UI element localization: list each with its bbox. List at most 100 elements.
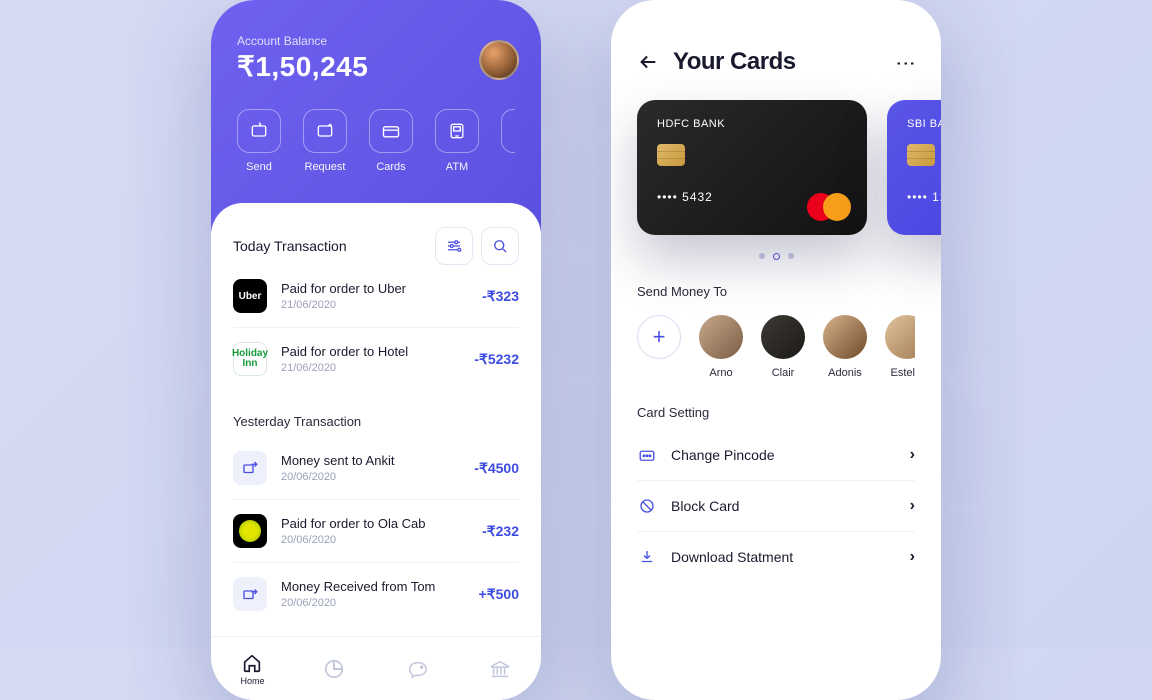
send-money-section: Send Money To + Arno Clair Adonis Este <box>611 284 941 379</box>
piggy-bank-icon <box>404 658 430 680</box>
yesterday-section-title: Yesterday Transaction <box>233 414 519 429</box>
balance-value: ₹1,50,245 <box>237 50 515 83</box>
carousel-dot-active[interactable] <box>773 253 780 260</box>
transaction-title: Money sent to Ankit <box>281 453 460 468</box>
transaction-amount: -₹323 <box>482 288 519 305</box>
card-chip-icon <box>657 144 685 166</box>
setting-change-pincode[interactable]: Change Pincode › <box>637 430 915 481</box>
contact-item[interactable]: Clair <box>761 315 805 379</box>
chevron-right-icon: › <box>910 548 915 566</box>
nav-label: Home <box>240 676 264 686</box>
transaction-row[interactable]: Money sent to Ankit 20/06/2020 -₹4500 <box>233 437 519 500</box>
more-options-button[interactable]: ⋮ <box>894 53 919 71</box>
contact-name: Estella <box>890 367 915 379</box>
setting-block-card[interactable]: Block Card › <box>637 481 915 532</box>
contact-item[interactable]: Adonis <box>823 315 867 379</box>
balance-label: Account Balance <box>237 34 515 48</box>
quick-action-label: ATM <box>446 161 468 173</box>
carousel-dot[interactable] <box>759 253 765 259</box>
cards-icon <box>369 109 413 153</box>
back-button[interactable] <box>637 51 659 73</box>
block-icon <box>637 497 657 515</box>
quick-action-request[interactable]: Request <box>303 109 347 173</box>
transaction-amount: -₹4500 <box>474 460 519 477</box>
carousel-dots <box>611 253 941 260</box>
card-number: •••• 1245 <box>907 190 941 204</box>
credit-card-secondary[interactable]: SBI BANK •••• 1245 <box>887 100 941 235</box>
merchant-logo-uber: Uber <box>233 279 267 313</box>
quick-action-atm[interactable]: ATM <box>435 109 479 173</box>
card-settings-label: Card Setting <box>637 405 915 420</box>
contacts-row: + Arno Clair Adonis Estella <box>637 315 915 379</box>
contact-name: Clair <box>772 367 795 379</box>
search-button[interactable] <box>481 227 519 265</box>
contact-avatar <box>823 315 867 359</box>
nav-savings[interactable] <box>404 658 430 680</box>
transaction-amount: -₹5232 <box>474 351 519 368</box>
transaction-amount: -₹232 <box>482 523 519 540</box>
today-transactions: Uber Paid for order to Uber 21/06/2020 -… <box>233 265 519 390</box>
atm-icon <box>435 109 479 153</box>
search-icon <box>491 237 509 255</box>
today-section-title: Today Transaction <box>233 238 347 254</box>
money-sent-icon <box>233 451 267 485</box>
quick-action-label: Request <box>305 161 346 173</box>
chevron-right-icon: › <box>910 497 915 515</box>
yesterday-transactions: Money sent to Ankit 20/06/2020 -₹4500 Pa… <box>233 437 519 625</box>
transaction-date: 20/06/2020 <box>281 471 460 483</box>
contact-avatar <box>699 315 743 359</box>
contact-item[interactable]: Arno <box>699 315 743 379</box>
merchant-logo-ola <box>233 514 267 548</box>
pincode-icon <box>637 446 657 464</box>
quick-action-send[interactable]: Send <box>237 109 281 173</box>
quick-action-label: Send <box>246 161 272 173</box>
quick-actions-row: Send Request Cards <box>237 109 515 173</box>
carousel-dot[interactable] <box>788 253 794 259</box>
card-chip-icon <box>907 144 935 166</box>
bottom-nav: Home <box>211 636 541 700</box>
transaction-title: Paid for order to Ola Cab <box>281 516 468 531</box>
send-money-icon <box>237 109 281 153</box>
nav-home[interactable]: Home <box>240 652 264 686</box>
merchant-logo-hotel: Holiday Inn <box>233 342 267 376</box>
add-contact-button[interactable]: + <box>637 315 681 359</box>
money-received-icon <box>233 577 267 611</box>
quick-action-loans[interactable]: Lo <box>501 109 515 173</box>
mastercard-logo-icon <box>807 193 851 221</box>
request-money-icon <box>303 109 347 153</box>
contact-avatar <box>761 315 805 359</box>
profile-avatar[interactable] <box>479 40 519 80</box>
credit-card-primary[interactable]: HDFC BANK •••• 5432 <box>637 100 867 235</box>
send-money-label: Send Money To <box>637 284 915 299</box>
transaction-date: 21/06/2020 <box>281 362 460 374</box>
contact-item[interactable]: Estella <box>885 315 915 379</box>
transaction-row[interactable]: Paid for order to Ola Cab 20/06/2020 -₹2… <box>233 500 519 563</box>
nav-bank[interactable] <box>489 658 511 680</box>
nav-stats[interactable] <box>323 658 345 680</box>
setting-label: Download Statment <box>671 549 896 565</box>
arrow-left-icon <box>637 51 659 73</box>
card-bank-name: SBI BANK <box>907 118 941 130</box>
bank-icon <box>489 658 511 680</box>
transaction-row[interactable]: Money Received from Tom 20/06/2020 +₹500 <box>233 563 519 625</box>
transaction-date: 20/06/2020 <box>281 597 465 609</box>
cards-carousel[interactable]: HDFC BANK •••• 5432 SBI BANK •••• 1245 <box>611 100 941 235</box>
setting-download-statement[interactable]: Download Statment › <box>637 532 915 582</box>
quick-action-cards[interactable]: Cards <box>369 109 413 173</box>
quick-action-label: Cards <box>376 161 405 173</box>
setting-label: Block Card <box>671 498 896 514</box>
home-screen: Account Balance ₹1,50,245 Send Request <box>211 0 541 700</box>
pie-chart-icon <box>323 658 345 680</box>
transaction-date: 21/06/2020 <box>281 299 468 311</box>
transaction-date: 20/06/2020 <box>281 534 468 546</box>
filter-button[interactable] <box>435 227 473 265</box>
page-title: Your Cards <box>673 48 883 76</box>
setting-label: Change Pincode <box>671 447 896 463</box>
transaction-amount: +₹500 <box>479 586 519 603</box>
transactions-sheet: Today Transaction Uber Paid for order to… <box>211 203 541 700</box>
chevron-right-icon: › <box>910 446 915 464</box>
card-bank-name: HDFC BANK <box>657 118 847 130</box>
transaction-row[interactable]: Uber Paid for order to Uber 21/06/2020 -… <box>233 265 519 328</box>
download-icon <box>637 548 657 566</box>
transaction-row[interactable]: Holiday Inn Paid for order to Hotel 21/0… <box>233 328 519 390</box>
